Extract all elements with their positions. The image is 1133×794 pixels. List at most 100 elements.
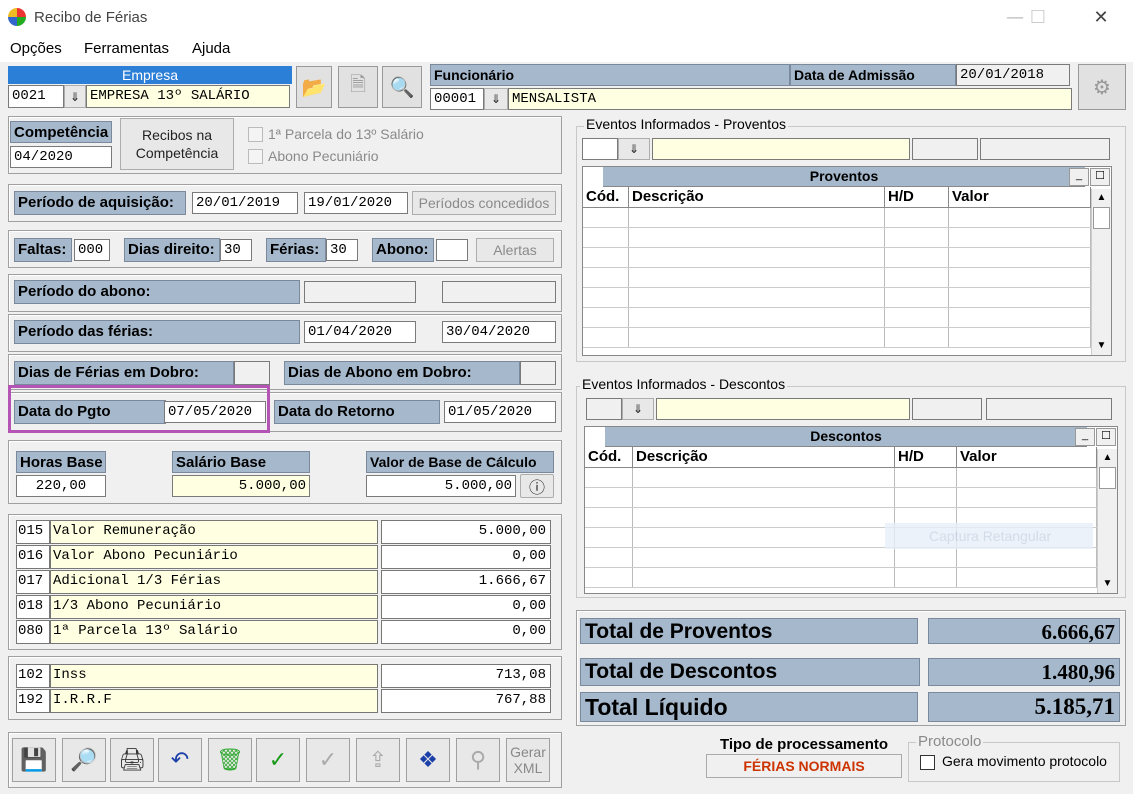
proventos-scrollbar[interactable]: ▲ ▼ xyxy=(1091,189,1111,355)
menu-ferramentas[interactable]: Ferramentas xyxy=(84,40,169,57)
competencia-field[interactable]: 04/2020 xyxy=(10,146,112,168)
grid-cell[interactable] xyxy=(949,288,1091,307)
data-pgto-field[interactable]: 07/05/2020 xyxy=(164,401,266,423)
ferias-field[interactable]: 30 xyxy=(326,239,358,261)
descontos-scrollbar[interactable]: ▲ ▼ xyxy=(1097,449,1117,593)
grid-cell[interactable] xyxy=(957,488,1097,507)
grid-cell[interactable] xyxy=(633,508,895,527)
grid-cell[interactable] xyxy=(949,248,1091,267)
grid-cell[interactable] xyxy=(633,548,895,567)
scroll-down-icon[interactable]: ▼ xyxy=(1098,575,1117,593)
grid-cell[interactable] xyxy=(629,288,885,307)
grid-cell[interactable] xyxy=(583,268,629,287)
col-cod[interactable]: Cód. xyxy=(583,187,629,207)
grid-cell[interactable] xyxy=(957,548,1097,567)
dias-direito-field[interactable]: 30 xyxy=(220,239,252,261)
periodo-abono-fim-field[interactable] xyxy=(442,281,556,303)
grid-minimize-icon[interactable]: _ xyxy=(1069,168,1089,186)
funcionario-code-field[interactable]: 00001 xyxy=(430,88,484,110)
aquisicao-fim-field[interactable]: 19/01/2020 xyxy=(304,192,408,214)
periodo-ferias-inicio-field[interactable]: 01/04/2020 xyxy=(304,321,416,343)
grid-cell[interactable] xyxy=(585,468,633,487)
network-icon[interactable]: ❖ xyxy=(406,738,450,782)
col-cod[interactable]: Cód. xyxy=(585,447,633,467)
grid-cell[interactable] xyxy=(629,268,885,287)
grid-cell[interactable] xyxy=(885,228,949,247)
grid-cell[interactable] xyxy=(957,468,1097,487)
print-icon[interactable]: 🖨 xyxy=(110,738,154,782)
maximize-button[interactable]: ☐ xyxy=(1015,0,1061,34)
grid-minimize-icon[interactable]: _ xyxy=(1075,428,1095,446)
open-folder-icon[interactable]: 📂 xyxy=(296,66,332,108)
grid-row[interactable] xyxy=(585,488,1117,508)
grid-row[interactable] xyxy=(583,288,1111,308)
delete-bin-icon[interactable]: 🗑 xyxy=(208,738,252,782)
eventos-proventos-valor[interactable] xyxy=(980,138,1110,160)
grid-maximize-icon[interactable]: ☐ xyxy=(1090,168,1110,186)
grid-cell[interactable] xyxy=(583,208,629,227)
eventos-proventos-hd[interactable] xyxy=(912,138,978,160)
close-button[interactable]: ✕ xyxy=(1078,0,1124,34)
export-icon[interactable]: ⇪ xyxy=(356,738,400,782)
grid-row[interactable] xyxy=(583,268,1111,288)
grid-row[interactable] xyxy=(585,548,1117,568)
grid-cell[interactable] xyxy=(629,228,885,247)
periodo-ferias-fim-field[interactable]: 30/04/2020 xyxy=(442,321,556,343)
menu-opcoes[interactable]: Opções xyxy=(10,40,62,57)
funcionario-tools-icon[interactable]: ⚙ xyxy=(1078,64,1126,110)
grid-cell[interactable] xyxy=(957,568,1097,587)
parcela13-checkbox[interactable] xyxy=(248,127,263,142)
alertas-button[interactable]: Alertas xyxy=(476,238,554,262)
aquisicao-inicio-field[interactable]: 20/01/2019 xyxy=(192,192,298,214)
ferias-dobro-field[interactable] xyxy=(234,361,270,385)
grid-cell[interactable] xyxy=(585,528,633,547)
user-search-icon[interactable]: ⚲ xyxy=(456,738,500,782)
grid-cell[interactable] xyxy=(949,208,1091,227)
menu-ajuda[interactable]: Ajuda xyxy=(192,40,230,57)
eventos-proventos-desc[interactable] xyxy=(652,138,910,160)
grid-cell[interactable] xyxy=(629,308,885,327)
scroll-up-icon[interactable]: ▲ xyxy=(1098,449,1117,467)
col-valor[interactable]: Valor xyxy=(957,447,1097,467)
grid-cell[interactable] xyxy=(885,248,949,267)
grid-cell[interactable] xyxy=(583,328,629,347)
save-icon[interactable]: 💾 xyxy=(12,738,56,782)
grid-cell[interactable] xyxy=(629,248,885,267)
eventos-descontos-desc[interactable] xyxy=(656,398,910,420)
empresa-code-field[interactable]: 0021 xyxy=(8,85,64,108)
eventos-descontos-valor[interactable] xyxy=(986,398,1112,420)
grid-cell[interactable] xyxy=(885,288,949,307)
periodos-concedidos-button[interactable]: Períodos concedidos xyxy=(412,191,556,215)
scroll-up-icon[interactable]: ▲ xyxy=(1092,189,1111,207)
grid-cell[interactable] xyxy=(949,328,1091,347)
col-descricao[interactable]: Descrição xyxy=(629,187,885,207)
col-hd[interactable]: H/D xyxy=(895,447,957,467)
scroll-down-icon[interactable]: ▼ xyxy=(1092,337,1111,355)
grid-cell[interactable] xyxy=(885,308,949,327)
check-disabled-icon[interactable]: ✓ xyxy=(306,738,350,782)
col-descricao[interactable]: Descrição xyxy=(633,447,895,467)
funcionario-lookup-icon[interactable]: ⇓ xyxy=(484,88,508,110)
grid-cell[interactable] xyxy=(585,488,633,507)
undo-icon[interactable]: ↶ xyxy=(158,738,202,782)
grid-cell[interactable] xyxy=(895,568,957,587)
grid-cell[interactable] xyxy=(583,308,629,327)
grid-cell[interactable] xyxy=(885,208,949,227)
grid-cell[interactable] xyxy=(895,548,957,567)
data-retorno-field[interactable]: 01/05/2020 xyxy=(444,401,556,423)
eventos-proventos-code[interactable] xyxy=(582,138,618,160)
gera-protocolo-checkbox[interactable] xyxy=(920,755,935,770)
abono-checkbox[interactable] xyxy=(248,149,263,164)
grid-row[interactable] xyxy=(585,468,1117,488)
grid-cell[interactable] xyxy=(633,568,895,587)
periodo-abono-inicio-field[interactable] xyxy=(304,281,416,303)
grid-row[interactable] xyxy=(583,208,1111,228)
col-valor[interactable]: Valor xyxy=(949,187,1091,207)
eventos-descontos-code[interactable] xyxy=(586,398,622,420)
grid-row[interactable] xyxy=(585,568,1117,588)
grid-cell[interactable] xyxy=(583,228,629,247)
grid-row[interactable] xyxy=(583,228,1111,248)
eventos-descontos-lookup-icon[interactable]: ⇓ xyxy=(622,398,654,420)
grid-cell[interactable] xyxy=(629,208,885,227)
recibos-competencia-button[interactable]: Recibos na Competência xyxy=(120,118,234,170)
